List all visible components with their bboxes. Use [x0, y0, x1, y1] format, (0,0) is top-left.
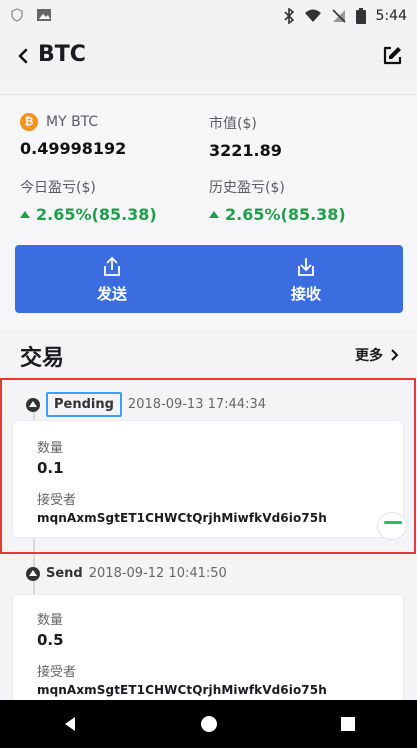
system-nav-bar: [0, 700, 417, 748]
bitcoin-icon: ₿: [20, 113, 38, 131]
receive-button[interactable]: 接收: [209, 245, 403, 313]
history-pnl-label: 历史盈亏($): [209, 180, 285, 196]
action-bar: 发送 接收: [15, 245, 403, 313]
edit-icon: [383, 46, 402, 65]
battery-icon: [355, 8, 366, 24]
chevron-right-icon: [391, 349, 399, 361]
market-value-label: 市值($): [209, 116, 257, 132]
recipient-label: 接受者: [37, 493, 77, 508]
my-btc-cell: ₿ MY BTC 0.49998192: [20, 113, 126, 158]
recents-square-icon: [340, 717, 355, 731]
recipient-address: mqnAxmSgtET1CHWCtQrjhMiwfkVd6io75h: [37, 511, 327, 525]
signal-off-icon: [331, 9, 346, 23]
page-title: BTC: [38, 42, 86, 67]
nav-recents-button[interactable]: [328, 704, 368, 744]
today-pnl-label: 今日盈亏($): [20, 180, 96, 196]
shield-icon: [10, 8, 24, 22]
wifi-icon: [304, 9, 322, 23]
image-icon: [36, 8, 52, 22]
transaction-time: 2018-09-12 10:41:50: [88, 566, 227, 581]
nav-home-button[interactable]: [189, 704, 229, 744]
recipient-address: mqnAxmSgtET1CHWCtQrjhMiwfkVd6io75h: [37, 683, 327, 697]
up-triangle-icon: [209, 211, 219, 218]
bluetooth-icon: [283, 8, 294, 24]
arrow-up-circle-icon: [26, 566, 40, 581]
history-pnl-value: 2.65%(85.38): [225, 205, 346, 224]
recipient-label: 接受者: [37, 665, 77, 680]
transaction-card[interactable]: 数量 0.1 接受者 mqnAxmSgtET1CHWCtQrjhMiwfkVd6…: [12, 420, 404, 538]
my-btc-value: 0.49998192: [20, 139, 127, 158]
history-pnl-cell: 历史盈亏($) 2.65%(85.38): [209, 177, 346, 224]
more-link[interactable]: 更多: [355, 345, 399, 365]
back-button[interactable]: [14, 46, 34, 66]
home-circle-icon: [200, 716, 217, 732]
app-bar: BTC: [0, 34, 417, 80]
chevron-left-icon: [18, 48, 28, 64]
back-triangle-icon: [64, 717, 75, 731]
transaction-header: Pending 2018-09-13 17:44:34: [26, 392, 266, 417]
amount-label: 数量: [37, 613, 64, 628]
upload-icon: [104, 256, 120, 276]
download-icon: [298, 257, 314, 276]
receive-label: 接收: [290, 284, 321, 303]
today-pnl-cell: 今日盈亏($) 2.65%(85.38): [20, 177, 157, 224]
amount-value: 0.5: [37, 631, 64, 649]
thumbnail-icon: [377, 512, 407, 540]
my-btc-label: MY BTC: [46, 114, 99, 130]
market-value-cell: 市值($) 3221.89: [209, 113, 282, 160]
transaction-header: Send 2018-09-12 10:41:50: [26, 566, 227, 581]
transaction-card[interactable]: 数量 0.5 接受者 mqnAxmSgtET1CHWCtQrjhMiwfkVd6…: [12, 594, 404, 712]
send-button[interactable]: 发送: [15, 245, 209, 313]
edit-button[interactable]: [381, 45, 403, 67]
transaction-time: 2018-09-13 17:44:34: [127, 397, 266, 412]
transactions-title: 交易: [20, 346, 65, 371]
up-triangle-icon: [20, 211, 30, 218]
status-badge: Send: [46, 566, 83, 581]
amount-value: 0.1: [37, 459, 64, 477]
nav-back-button[interactable]: [50, 704, 90, 744]
amount-label: 数量: [37, 441, 64, 456]
today-pnl-value: 2.65%(85.38): [36, 205, 157, 224]
arrow-up-circle-icon: [26, 397, 40, 412]
more-label: 更多: [355, 348, 383, 364]
clock-time: 5:44: [375, 8, 407, 24]
status-badge: Pending: [46, 392, 122, 417]
status-bar: 5:44: [0, 0, 417, 34]
market-value: 3221.89: [209, 141, 282, 160]
send-label: 发送: [96, 284, 127, 303]
